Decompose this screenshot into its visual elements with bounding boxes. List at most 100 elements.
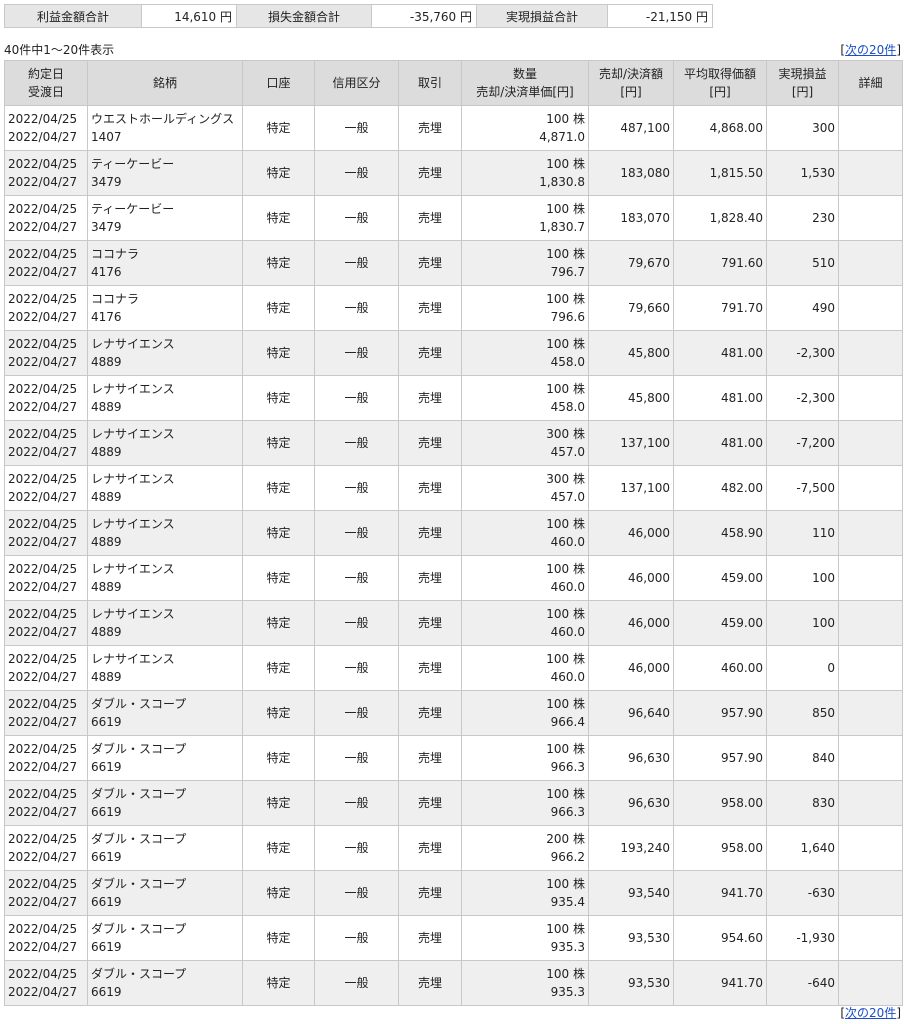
- result-count: 40件中1～20件表示: [4, 43, 115, 57]
- quantity: 100 株: [546, 742, 585, 756]
- next-page-link-top[interactable]: 次の20件: [845, 43, 896, 57]
- amount-cell: 46,000: [588, 600, 674, 646]
- detail-cell: [838, 915, 903, 961]
- contract-date: 2022/04/25: [8, 517, 78, 531]
- date-cell: 2022/04/25 2022/04/27: [4, 465, 88, 511]
- account-cell: 特定: [242, 600, 315, 646]
- delivery-date: 2022/04/27: [8, 625, 78, 639]
- qty-price-cell: 100 株 935.3: [461, 960, 589, 1006]
- quantity: 100 株: [546, 247, 585, 261]
- detail-cell: [838, 465, 903, 511]
- trade-cell: 売埋: [398, 150, 462, 196]
- issue-cell: レナサイエンス 4889: [87, 555, 243, 601]
- account-cell: 特定: [242, 150, 315, 196]
- unit-price: 4,871.0: [539, 130, 585, 144]
- trade-cell: 売埋: [398, 600, 462, 646]
- pnl-cell: -2,300: [766, 375, 839, 421]
- issue-name: レナサイエンス: [91, 427, 175, 441]
- avg-cost-cell: 481.00: [673, 375, 767, 421]
- header-avg-cell: 平均取得価額 [円]: [673, 60, 767, 106]
- delivery-date: 2022/04/27: [8, 535, 78, 549]
- trade-cell: 売埋: [398, 735, 462, 781]
- pnl-cell: 1,530: [766, 150, 839, 196]
- issue-code: 4889: [91, 580, 122, 594]
- date-cell: 2022/04/25 2022/04/27: [4, 960, 88, 1006]
- bracket-close: ]: [896, 1006, 901, 1020]
- header-unit-price: 売却/決済単価[円]: [476, 85, 574, 99]
- issue-cell: ダブル・スコープ 6619: [87, 780, 243, 826]
- credit-cell: 一般: [314, 420, 399, 466]
- amount-cell: 137,100: [588, 465, 674, 511]
- date-cell: 2022/04/25 2022/04/27: [4, 240, 88, 286]
- delivery-date: 2022/04/27: [8, 850, 78, 864]
- table-row: 2022/04/25 2022/04/27 ティーケービー 3479 特定 一般 売埋 100…: [4, 195, 903, 241]
- account-cell: 特定: [242, 195, 315, 241]
- pnl-cell: -7,500: [766, 465, 839, 511]
- profit-total-label: 利益金額合計: [4, 4, 142, 28]
- amount-cell: 46,000: [588, 555, 674, 601]
- qty-price-cell: 100 株 4,871.0: [461, 105, 589, 151]
- qty-price-cell: 100 株 460.0: [461, 555, 589, 601]
- issue-name: ダブル・スコープ: [91, 697, 187, 711]
- table-row: 2022/04/25 2022/04/27 ダブル・スコープ 6619 特定 一般 売埋 10…: [4, 735, 903, 781]
- account-cell: 特定: [242, 690, 315, 736]
- issue-cell: レナサイエンス 4889: [87, 420, 243, 466]
- issue-cell: ダブル・スコープ 6619: [87, 825, 243, 871]
- contract-date: 2022/04/25: [8, 472, 78, 486]
- date-cell: 2022/04/25 2022/04/27: [4, 285, 88, 331]
- date-cell: 2022/04/25 2022/04/27: [4, 105, 88, 151]
- next-page-link-bottom[interactable]: 次の20件: [845, 1006, 896, 1020]
- table-row: 2022/04/25 2022/04/27 ダブル・スコープ 6619 特定 一般 売埋 10…: [4, 915, 903, 961]
- pnl-cell: 300: [766, 105, 839, 151]
- header-qty: 数量: [512, 67, 537, 81]
- account-cell: 特定: [242, 645, 315, 691]
- issue-cell: レナサイエンス 4889: [87, 375, 243, 421]
- detail-cell: [838, 510, 903, 556]
- issue-code: 4176: [91, 310, 122, 324]
- unit-price: 1,830.7: [539, 220, 585, 234]
- avg-cost-cell: 791.70: [673, 285, 767, 331]
- pnl-cell: 510: [766, 240, 839, 286]
- table-row: 2022/04/25 2022/04/27 ダブル・スコープ 6619 特定 一般 売埋 10…: [4, 780, 903, 826]
- issue-cell: ダブル・スコープ 6619: [87, 915, 243, 961]
- table-row: 2022/04/25 2022/04/27 レナサイエンス 4889 特定 一般 売埋 100…: [4, 330, 903, 376]
- quantity: 100 株: [546, 652, 585, 666]
- issue-code: 4889: [91, 355, 122, 369]
- delivery-date: 2022/04/27: [8, 760, 78, 774]
- header-pnl: 実現損益: [778, 67, 827, 81]
- unit-price: 1,830.8: [539, 175, 585, 189]
- issue-name: ダブル・スコープ: [91, 967, 187, 981]
- trade-cell: 売埋: [398, 645, 462, 691]
- issue-name: ティーケービー: [91, 202, 175, 216]
- account-cell: 特定: [242, 780, 315, 826]
- pnl-cell: 230: [766, 195, 839, 241]
- amount-cell: 45,800: [588, 375, 674, 421]
- issue-cell: ティーケービー 3479: [87, 150, 243, 196]
- unit-price: 966.3: [550, 805, 585, 819]
- detail-cell: [838, 555, 903, 601]
- account-cell: 特定: [242, 870, 315, 916]
- delivery-date: 2022/04/27: [8, 130, 78, 144]
- table-row: 2022/04/25 2022/04/27 ココナラ 4176 特定 一般 売埋 100 株7…: [4, 240, 903, 286]
- avg-cost-cell: 958.00: [673, 825, 767, 871]
- detail-cell: [838, 195, 903, 241]
- avg-cost-cell: 482.00: [673, 465, 767, 511]
- amount-cell: 96,630: [588, 780, 674, 826]
- table-row: 2022/04/25 2022/04/27 レナサイエンス 4889 特定 一般 売埋 300…: [4, 465, 903, 511]
- unit-price: 966.2: [550, 850, 585, 864]
- quantity: 100 株: [546, 202, 585, 216]
- detail-cell: [838, 285, 903, 331]
- avg-cost-cell: 459.00: [673, 600, 767, 646]
- pnl-cell: -7,200: [766, 420, 839, 466]
- issue-code: 4889: [91, 490, 122, 504]
- qty-price-cell: 100 株 458.0: [461, 375, 589, 421]
- contract-date: 2022/04/25: [8, 292, 78, 306]
- amount-cell: 183,080: [588, 150, 674, 196]
- trade-cell: 売埋: [398, 870, 462, 916]
- issue-name: レナサイエンス: [91, 517, 175, 531]
- detail-cell: [838, 825, 903, 871]
- avg-cost-cell: 957.90: [673, 690, 767, 736]
- header-row: 約定日 受渡日 銘柄 口座 信用区分 取引 数量 売却/決済単価[円] 売却/決済額…: [4, 60, 903, 106]
- pnl-cell: -630: [766, 870, 839, 916]
- credit-cell: 一般: [314, 735, 399, 781]
